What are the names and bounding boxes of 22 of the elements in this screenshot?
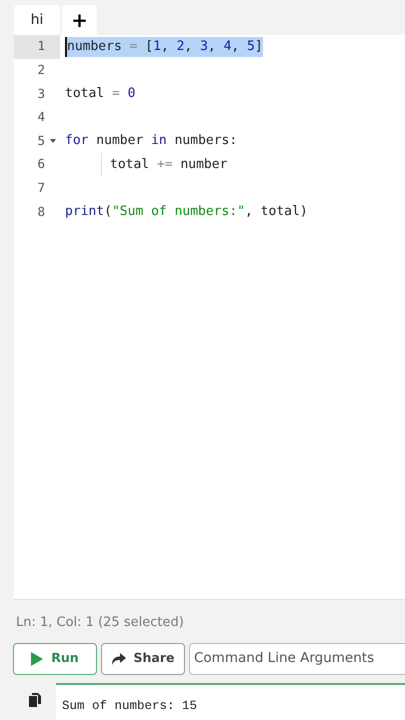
line-number: 8 [37,202,45,221]
code-line: total += number [110,156,228,174]
add-tab-button[interactable]: + [62,5,97,35]
code-line: print("Sum of numbers:", total) [65,203,308,222]
line-number: 1 [37,37,45,56]
line-number: 7 [37,178,45,197]
code-line: for number in numbers: [65,132,238,150]
run-button[interactable]: Run [13,642,97,674]
code-line: total = 0 [65,85,136,104]
share-icon [112,652,126,664]
file-tab[interactable]: hi [14,5,60,35]
fold-icon[interactable] [50,138,56,144]
line-number: 4 [37,108,45,126]
share-button[interactable]: Share [101,642,185,674]
line-number: 3 [37,84,45,103]
line-number: 2 [37,61,45,80]
line-number: 5 [37,132,45,150]
copy-icon[interactable] [29,692,41,706]
line-number: 6 [37,155,45,174]
program-output: Sum of numbers: 15 [56,682,405,720]
play-icon [31,652,44,666]
arguments-field[interactable]: Command Line Arguments [189,642,405,674]
